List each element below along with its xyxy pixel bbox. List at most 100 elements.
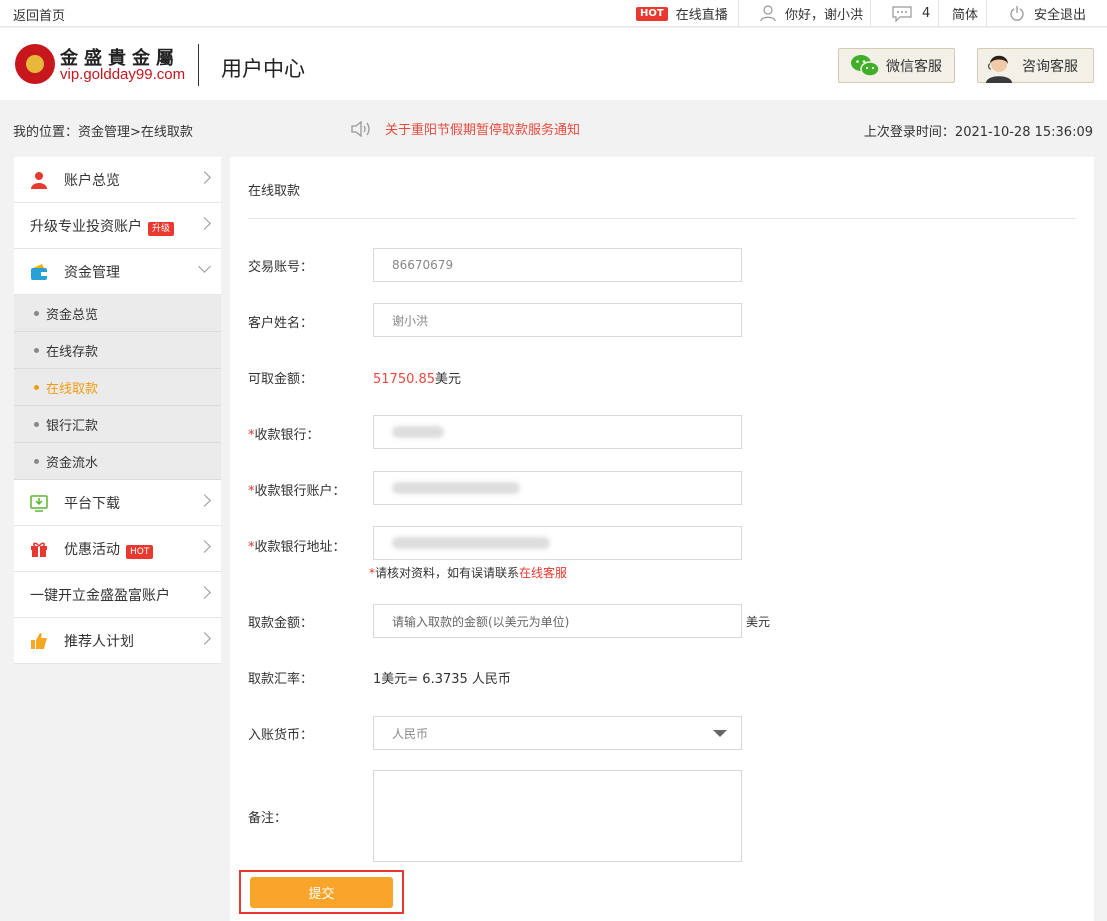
- submenu-fund-overview[interactable]: 资金总览: [14, 295, 221, 332]
- submenu-bank-transfer[interactable]: 银行汇款: [14, 406, 221, 443]
- submenu-label: 资金总览: [46, 307, 99, 323]
- gift-icon: [31, 542, 47, 557]
- sidebar-item-label: 平台下载: [64, 495, 120, 512]
- available-label: 可取金额：: [248, 372, 314, 387]
- bank-label-wrap: *收款银行：: [248, 424, 320, 443]
- name-field: 谢小洪: [373, 303, 742, 337]
- home-link[interactable]: 返回首页: [13, 5, 65, 24]
- form-title: 在线取款: [248, 184, 301, 199]
- wechat-service-label: 微信客服: [886, 58, 942, 75]
- sidebar-item-open-account[interactable]: 一键开立金盛盈富账户: [14, 572, 221, 618]
- bank-input[interactable]: [373, 415, 742, 449]
- bank-address-input[interactable]: [373, 526, 742, 560]
- bullet-icon: [34, 347, 39, 353]
- verify-note: *请核对资料，如有误请联系在线客服: [369, 564, 567, 581]
- sidebar-item-fund-management[interactable]: 资金管理: [14, 249, 221, 295]
- chevron-right-icon: [198, 217, 211, 230]
- wechat-icon: [851, 54, 880, 77]
- hot-tag: HOT: [636, 6, 668, 21]
- submenu-fund-history[interactable]: 资金流水: [14, 443, 221, 480]
- header-divider: [198, 44, 199, 86]
- account-label: 交易账号：: [248, 260, 314, 275]
- wechat-service-button[interactable]: 微信客服: [838, 48, 955, 83]
- redacted-text: [392, 537, 550, 549]
- available-amount: 51750.85: [373, 372, 436, 387]
- submenu-label: 资金流水: [46, 455, 99, 471]
- withdraw-label: 取款金额：: [248, 616, 314, 631]
- sidebar-item-label-wrap: 升级专业投资账户 升级: [30, 216, 175, 236]
- submenu-label: 银行汇款: [46, 418, 99, 434]
- divider: [986, 0, 987, 27]
- consult-service-button[interactable]: 咨询客服: [977, 48, 1094, 83]
- sidebar-item-upgrade-account[interactable]: 升级专业投资账户 升级: [14, 203, 221, 249]
- main-panel: 在线取款 交易账号： 86670679 客户姓名： 谢小洪 可取金额： 5175…: [230, 157, 1094, 921]
- message-count: 4: [922, 6, 931, 21]
- divider: [870, 0, 871, 27]
- hot-badge: HOT: [126, 544, 154, 559]
- sidebar-item-label: 推荐人计划: [64, 633, 134, 650]
- available-unit: 美元: [435, 372, 462, 387]
- rate-value: 1美元= 6.3735 人民币: [373, 672, 511, 687]
- live-label: 在线直播: [675, 8, 728, 23]
- bank-address-label: 收款银行地址：: [254, 540, 346, 555]
- available-amount-wrap: 51750.85美元: [373, 368, 461, 387]
- divider: [938, 0, 939, 27]
- divider: [738, 0, 739, 27]
- top-bar: 返回首页 HOT 在线直播 你好，谢小洪 4 简体 安全退出: [0, 0, 1107, 27]
- consult-service-label: 咨询客服: [1022, 58, 1078, 75]
- sidebar-item-referral[interactable]: 推荐人计划: [14, 618, 221, 664]
- submenu-online-deposit[interactable]: 在线存款: [14, 332, 221, 369]
- sidebar: 账户总览 升级专业投资账户 升级 资金管理 资金总览 在线存款 在线取款 银行汇款…: [14, 157, 221, 664]
- withdraw-amount-input[interactable]: 请输入取款的金额(以美元为单位): [373, 604, 742, 638]
- remark-textarea[interactable]: [373, 770, 742, 862]
- caret-down-icon: [713, 730, 727, 737]
- logo[interactable]: 金盛貴金屬 vip.goldday99.com: [15, 44, 190, 88]
- sidebar-item-platform-download[interactable]: 平台下载: [14, 480, 221, 526]
- bank-label: 收款银行：: [254, 428, 320, 443]
- user-greeting[interactable]: 你好，谢小洪: [760, 0, 863, 27]
- page-title: 用户中心: [221, 57, 305, 81]
- upgrade-badge: 升级: [148, 221, 175, 236]
- bank-address-label-wrap: *收款银行地址：: [248, 536, 346, 555]
- chevron-right-icon: [198, 586, 211, 599]
- sidebar-item-label: 资金管理: [64, 264, 120, 281]
- redacted-text: [392, 482, 520, 494]
- bank-account-label-wrap: *收款银行账户：: [248, 480, 346, 499]
- language-switch[interactable]: 简体: [952, 0, 978, 27]
- submenu-label: 在线存款: [46, 344, 99, 360]
- currency-label: 入账货币：: [248, 728, 314, 743]
- logout-link[interactable]: 安全退出: [1009, 0, 1086, 27]
- currency-value: 人民币: [392, 726, 429, 741]
- chevron-down-icon: [198, 260, 211, 273]
- sidebar-item-label: 升级专业投资账户: [30, 218, 142, 235]
- agent-avatar-icon: [986, 55, 1012, 83]
- rate-label: 取款汇率：: [248, 672, 314, 687]
- sidebar-item-account-overview[interactable]: 账户总览: [14, 157, 221, 203]
- header: 金盛貴金屬 vip.goldday99.com 用户中心 微信客服 咨询客服: [0, 28, 1107, 100]
- language-label: 简体: [952, 8, 979, 23]
- chevron-right-icon: [198, 540, 211, 553]
- breadcrumb: 我的位置：资金管理>在线取款: [13, 125, 193, 140]
- notice-link[interactable]: 关于重阳节假期暂停取款服务通知: [350, 119, 580, 138]
- withdraw-unit: 美元: [746, 615, 771, 629]
- live-link[interactable]: HOT 在线直播: [636, 0, 728, 27]
- sidebar-item-promotions[interactable]: 优惠活动 HOT: [14, 526, 221, 572]
- wallet-icon: [31, 264, 47, 280]
- currency-select[interactable]: 人民币: [373, 716, 742, 750]
- withdraw-placeholder: 请输入取款的金额(以美元为单位): [392, 614, 570, 629]
- chevron-right-icon: [198, 171, 211, 184]
- sidebar-item-label-wrap: 优惠活动 HOT: [64, 539, 154, 559]
- submenu-online-withdraw[interactable]: 在线取款: [14, 369, 221, 406]
- online-service-link[interactable]: 在线客服: [519, 566, 567, 580]
- last-login-time: 上次登录时间：2021-10-28 15:36:09: [863, 125, 1093, 140]
- bullet-icon: [34, 310, 39, 316]
- user-icon: [760, 5, 776, 22]
- submit-button[interactable]: 提交: [250, 877, 393, 908]
- title-divider: [248, 218, 1076, 219]
- verify-note-text: 请核对资料，如有误请联系: [375, 566, 520, 580]
- bullet-icon: [34, 384, 39, 390]
- bullet-icon: [34, 421, 39, 427]
- messages-link[interactable]: 4: [892, 0, 930, 27]
- chevron-right-icon: [198, 632, 211, 645]
- bank-account-input[interactable]: [373, 471, 742, 505]
